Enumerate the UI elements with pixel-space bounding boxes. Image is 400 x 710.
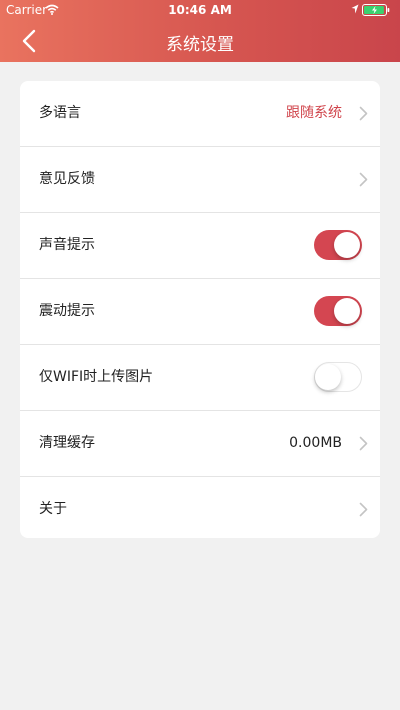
language-value: 跟随系统 [286, 105, 342, 121]
toggle-knob [315, 363, 341, 390]
toggle-knob [334, 232, 360, 258]
toggle-knob [334, 298, 360, 324]
page-title: 系统设置 [166, 35, 234, 55]
status-time: 10:46 AM [168, 3, 232, 17]
settings-row-clear-cache[interactable]: 清理缓存 0.00MB [20, 411, 380, 477]
chevron-right-icon [359, 502, 368, 517]
settings-row-language[interactable]: 多语言 跟随系统 [20, 81, 380, 147]
app-header: Carrier 10:46 AM 系统设置 [0, 0, 400, 62]
settings-row-about[interactable]: 关于 [20, 477, 380, 538]
chevron-right-icon [359, 106, 368, 121]
row-label: 仅WIFI时上传图片 [39, 369, 154, 385]
settings-row-wifi-upload: 仅WIFI时上传图片 [20, 345, 380, 411]
cache-size-value: 0.00MB [289, 435, 342, 451]
row-label: 意见反馈 [39, 171, 95, 187]
chevron-right-icon [359, 172, 368, 187]
chevron-right-icon [359, 436, 368, 451]
sound-toggle[interactable] [314, 230, 362, 260]
settings-row-sound: 声音提示 [20, 213, 380, 279]
row-label: 关于 [39, 501, 67, 517]
settings-row-feedback[interactable]: 意见反馈 [20, 147, 380, 213]
location-arrow-icon [351, 4, 359, 14]
row-label: 震动提示 [39, 303, 95, 319]
row-label: 清理缓存 [39, 435, 95, 451]
navigation-bar: 系统设置 [0, 20, 400, 62]
wifi-upload-toggle[interactable] [314, 362, 362, 392]
settings-row-vibration: 震动提示 [20, 279, 380, 345]
row-label: 多语言 [39, 105, 81, 121]
vibration-toggle[interactable] [314, 296, 362, 326]
row-label: 声音提示 [39, 237, 95, 253]
battery-charging-icon [362, 4, 390, 16]
status-bar: Carrier 10:46 AM [0, 0, 400, 20]
settings-card: 多语言 跟随系统 意见反馈 声音提示 震动提示 仅WIFI时上传图片 清理缓存 … [20, 81, 380, 538]
